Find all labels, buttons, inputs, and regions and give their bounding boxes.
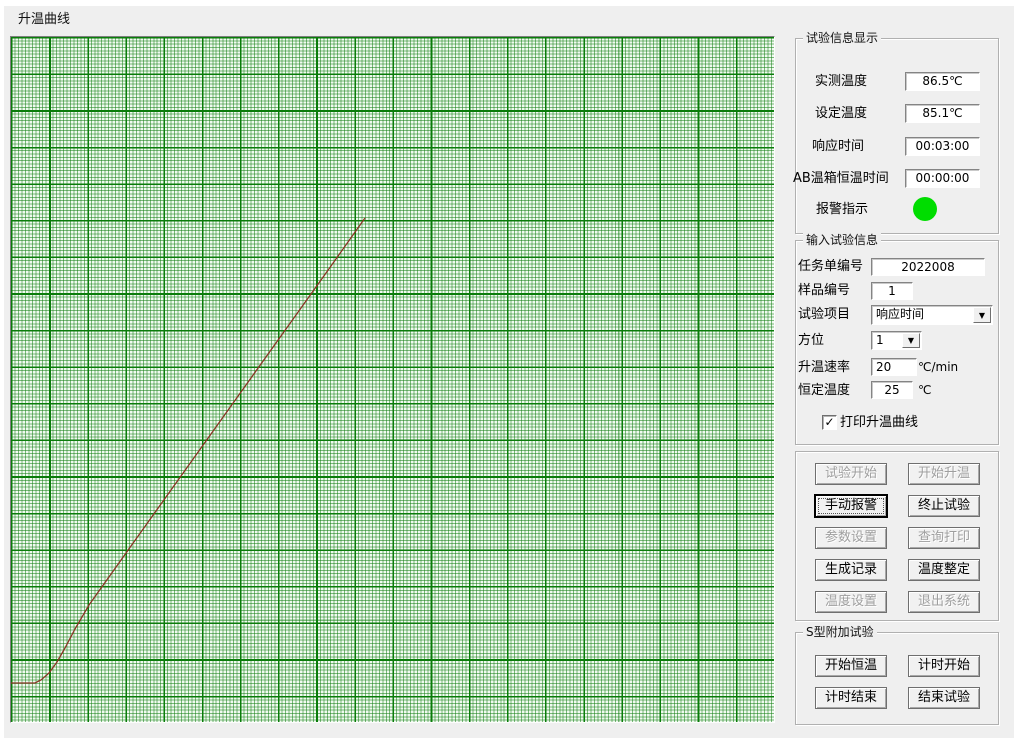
test-item-label: 试验项目 <box>798 306 850 323</box>
test-info-display-title: 试验信息显示 <box>803 30 881 46</box>
heating-curve-plot <box>11 37 774 722</box>
heating-rate-input[interactable]: 20 <box>871 358 917 376</box>
exit-system-button[interactable]: 退出系统 <box>908 591 980 613</box>
response-time-label: 响应时间 <box>812 138 864 155</box>
main-buttons-frame: 试验开始开始升温手动报警终止试验参数设置查询打印生成记录温度整定温度设置退出系统 <box>795 451 999 621</box>
s-type-additional-test-title: S型附加试验 <box>803 624 877 640</box>
print-curve-checkbox-label: 打印升温曲线 <box>840 414 918 431</box>
main-buttons-grid: 试验开始开始升温手动报警终止试验参数设置查询打印生成记录温度整定温度设置退出系统 <box>815 463 980 613</box>
sample-number-input[interactable]: 1 <box>871 282 913 300</box>
heating-curve-line <box>11 218 365 683</box>
print-curve-checkbox[interactable]: ✓ <box>822 415 837 430</box>
constant-temperature-input[interactable]: 25 <box>871 381 913 399</box>
query-print-button[interactable]: 查询打印 <box>908 527 980 549</box>
temperature-settings-button[interactable]: 温度设置 <box>815 591 887 613</box>
temperature-tuning-button[interactable]: 温度整定 <box>908 559 980 581</box>
constant-temperature-label: 恒定温度 <box>798 382 850 399</box>
response-time-field: 00:03:00 <box>905 137 980 156</box>
heating-rate-label: 升温速率 <box>798 359 850 376</box>
start-constant-temp-button[interactable]: 开始恒温 <box>815 655 887 677</box>
alarm-indicator-label: 报警指示 <box>816 201 868 218</box>
orientation-combobox[interactable]: 1 ▼ <box>871 331 922 350</box>
window-edge-top <box>0 0 1014 6</box>
set-temperature-field: 85.1℃ <box>905 104 980 123</box>
set-temperature-label: 设定温度 <box>815 105 867 122</box>
application-window: 升温曲线 试验信息显示 实测温度 86.5℃ 设定温度 85.1℃ 响应时间 0… <box>0 0 1014 738</box>
task-order-number-label: 任务单编号 <box>798 258 863 275</box>
s-type-additional-test-panel: S型附加试验 开始恒温计时开始计时结束结束试验 <box>795 632 999 725</box>
chevron-down-icon[interactable]: ▼ <box>902 333 920 348</box>
timing-end-button[interactable]: 计时结束 <box>815 687 887 709</box>
start-test-button[interactable]: 试验开始 <box>815 463 887 485</box>
s-type-buttons-grid: 开始恒温计时开始计时结束结束试验 <box>815 655 980 709</box>
generate-record-button[interactable]: 生成记录 <box>815 559 887 581</box>
start-heating-button[interactable]: 开始升温 <box>908 463 980 485</box>
measured-temperature-label: 实测温度 <box>815 73 867 90</box>
chevron-down-icon[interactable]: ▼ <box>973 307 991 323</box>
test-input-title: 输入试验信息 <box>803 232 881 248</box>
alarm-indicator-light <box>913 197 937 221</box>
manual-alarm-button[interactable]: 手动报警 <box>815 495 887 517</box>
terminate-test-button[interactable]: 终止试验 <box>908 495 980 517</box>
heating-curve-chart <box>10 36 775 723</box>
ab-chamber-constant-time-label: AB温箱恒温时间 <box>793 170 889 187</box>
end-test-button[interactable]: 结束试验 <box>908 687 980 709</box>
window-edge-left <box>0 0 4 738</box>
measured-temperature-field: 86.5℃ <box>905 72 980 91</box>
test-item-combobox[interactable]: 响应时间 ▼ <box>871 305 993 325</box>
chart-title: 升温曲线 <box>18 8 70 27</box>
timing-start-button[interactable]: 计时开始 <box>908 655 980 677</box>
ab-chamber-constant-time-field: 00:00:00 <box>905 169 980 188</box>
task-order-number-input[interactable]: 2022008 <box>871 258 985 276</box>
parameter-settings-button[interactable]: 参数设置 <box>815 527 887 549</box>
orientation-selected-value: 1 <box>876 332 903 349</box>
heating-rate-unit: ℃/min <box>918 359 958 376</box>
orientation-label: 方位 <box>798 332 824 349</box>
sample-number-label: 样品编号 <box>798 282 850 299</box>
test-item-selected-value: 响应时间 <box>876 306 974 324</box>
constant-temperature-unit: ℃ <box>918 382 931 399</box>
